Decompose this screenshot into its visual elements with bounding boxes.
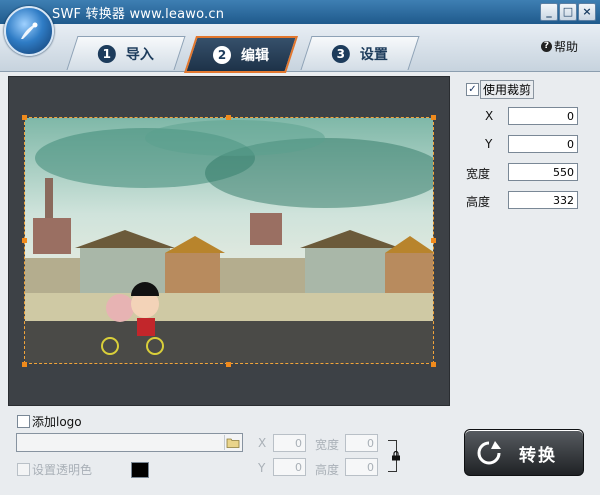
- tab-label: 导入: [125, 46, 154, 63]
- use-crop-label: 使用裁剪: [480, 80, 535, 99]
- tab-label: 设置: [359, 46, 388, 63]
- help-label: 帮助: [553, 40, 578, 54]
- crop-handle[interactable]: [431, 238, 436, 243]
- crop-handle[interactable]: [226, 362, 231, 367]
- crop-x-field[interactable]: 0: [508, 107, 578, 125]
- transparent-color-checkbox[interactable]: [17, 463, 30, 476]
- logo-width-label: 宽度: [315, 438, 340, 452]
- folder-icon[interactable]: [224, 435, 241, 450]
- logo-height-label: 高度: [315, 463, 340, 477]
- use-crop-checkbox[interactable]: ✓: [466, 83, 479, 96]
- refresh-icon: [475, 439, 503, 467]
- crop-handle[interactable]: [22, 115, 27, 120]
- convert-button[interactable]: 转换: [464, 429, 584, 476]
- title-bar: SWF 转换器 www.leawo.cn _ □ ×: [0, 0, 600, 24]
- video-preview: [24, 117, 434, 364]
- logo-y-label: Y: [258, 461, 266, 475]
- add-logo-label: 添加logo: [32, 415, 82, 429]
- crop-y-field[interactable]: 0: [508, 135, 578, 153]
- crop-height-field[interactable]: 332: [508, 191, 578, 209]
- color-swatch[interactable]: [131, 462, 149, 478]
- crop-handle[interactable]: [431, 115, 436, 120]
- help-link[interactable]: ? 帮助: [540, 38, 578, 55]
- window-title: SWF 转换器 www.leawo.cn: [52, 7, 225, 22]
- crop-width-label: 宽度: [466, 167, 491, 181]
- tab-import[interactable]: 1 导入: [66, 36, 186, 70]
- crop-handle[interactable]: [226, 115, 231, 120]
- crop-height-label: 高度: [466, 195, 491, 209]
- minimize-button[interactable]: _: [540, 3, 558, 21]
- app-logo-icon: [4, 6, 54, 56]
- add-logo-checkbox[interactable]: [17, 415, 30, 428]
- logo-y-field[interactable]: 0: [273, 458, 306, 476]
- logo-height-field[interactable]: 0: [345, 458, 378, 476]
- tab-edit[interactable]: 2 编辑: [183, 36, 299, 73]
- transparent-color-label: 设置透明色: [32, 463, 93, 477]
- convert-label: 转换: [519, 446, 557, 466]
- tab-number: 2: [213, 45, 231, 64]
- logo-x-field[interactable]: 0: [273, 434, 306, 452]
- tab-settings[interactable]: 3 设置: [300, 36, 420, 70]
- maximize-button[interactable]: □: [559, 3, 577, 21]
- close-button[interactable]: ×: [578, 3, 596, 21]
- tab-number: 1: [97, 44, 116, 63]
- tab-number: 3: [331, 44, 350, 63]
- tab-bar: 1 导入 2 编辑 3 设置: [0, 24, 600, 73]
- preview-frame-image: [25, 118, 433, 363]
- crop-x-label: X: [485, 109, 494, 123]
- question-circle-icon: ?: [540, 41, 552, 52]
- crop-handle[interactable]: [22, 238, 27, 243]
- tab-label: 编辑: [241, 47, 269, 64]
- crop-y-label: Y: [485, 137, 493, 151]
- logo-path-input[interactable]: [16, 433, 243, 452]
- crop-handle[interactable]: [431, 362, 436, 367]
- crop-width-field[interactable]: 550: [508, 163, 578, 181]
- logo-width-field[interactable]: 0: [345, 434, 378, 452]
- logo-x-label: X: [258, 436, 267, 450]
- lock-icon[interactable]: [391, 450, 401, 461]
- crop-handle[interactable]: [22, 362, 27, 367]
